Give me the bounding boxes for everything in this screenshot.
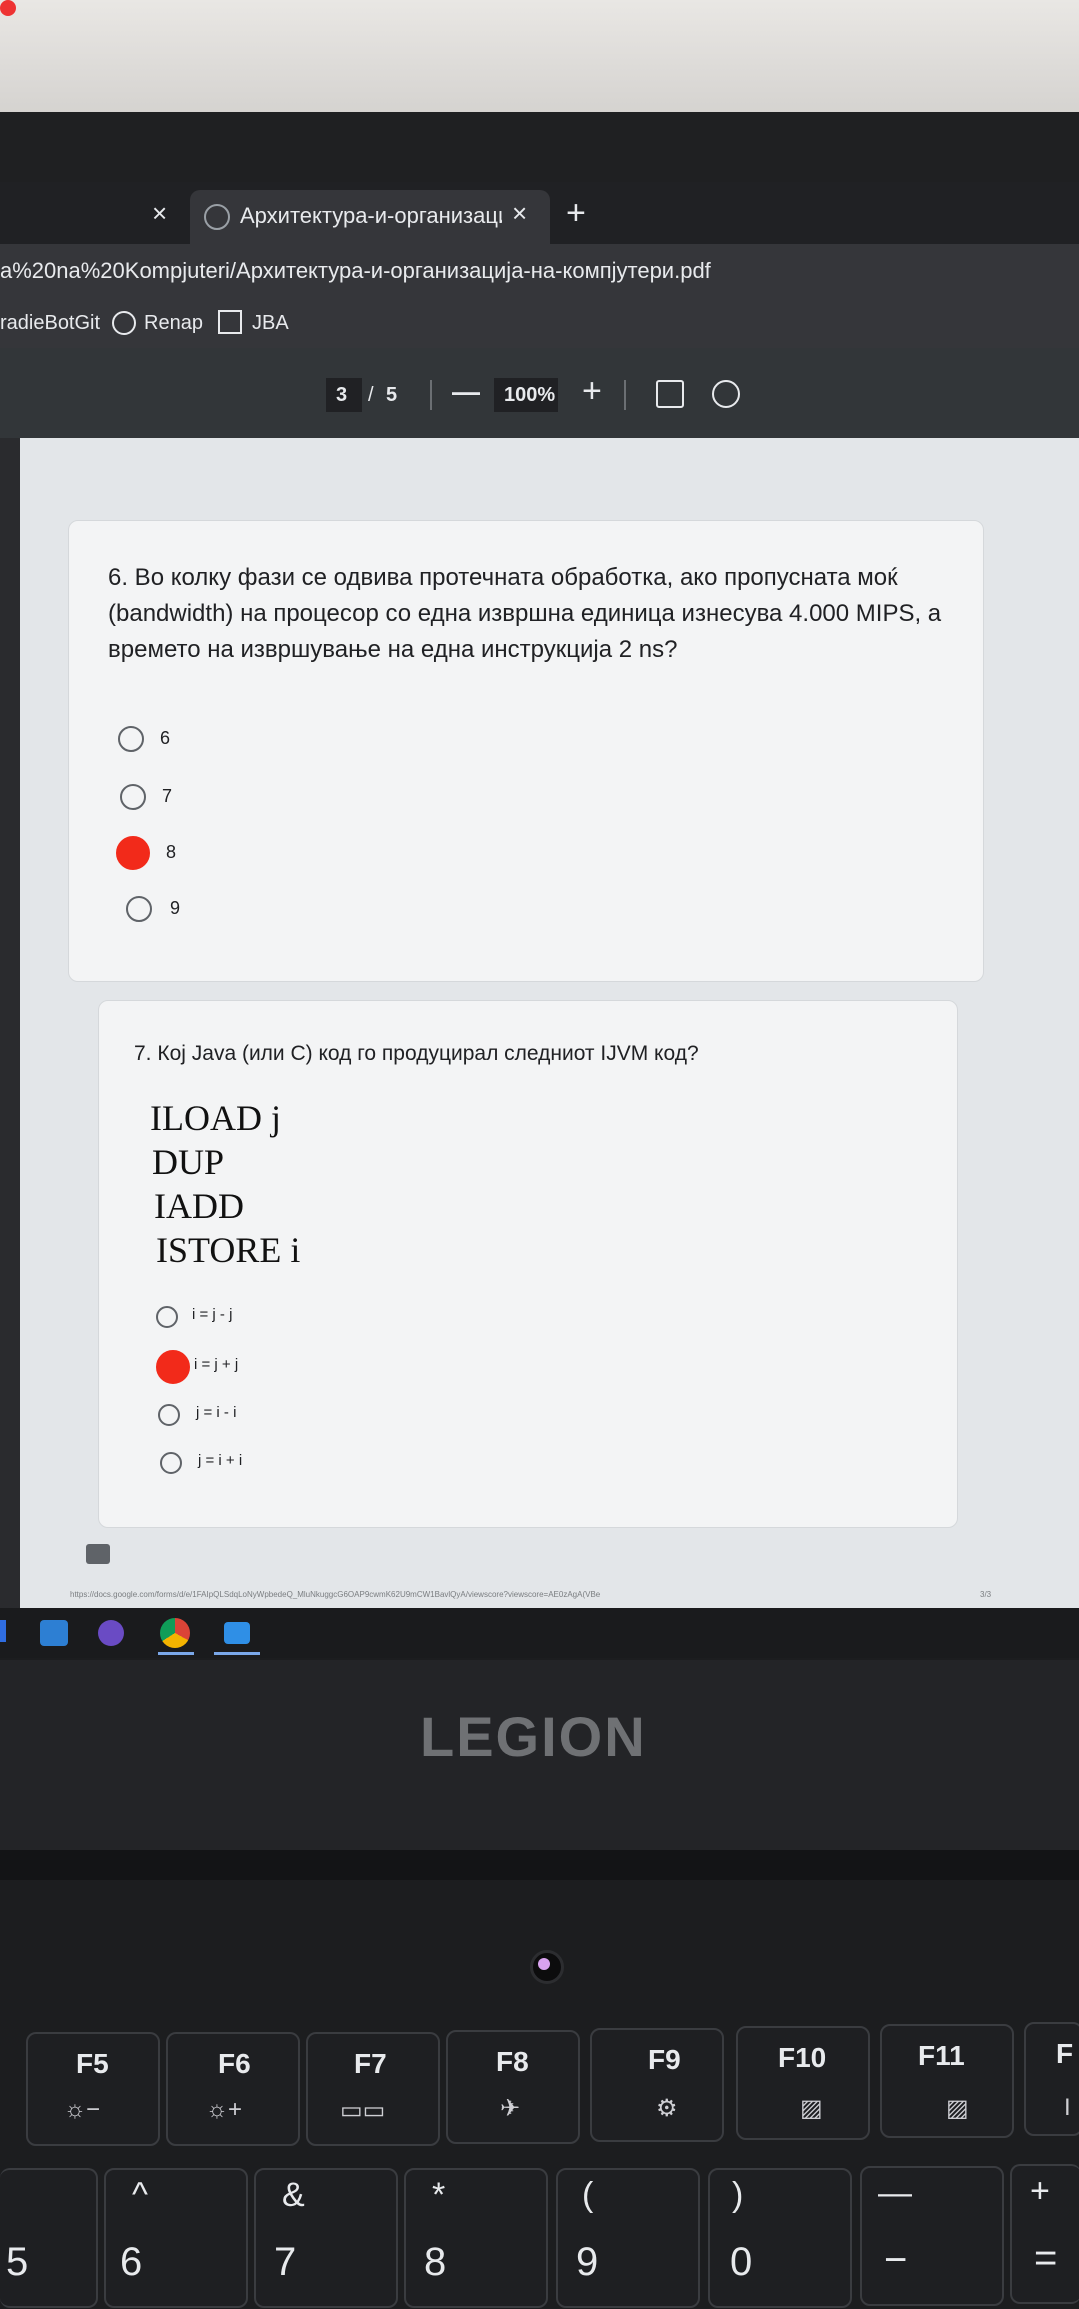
radio-option-selected[interactable] (116, 836, 150, 870)
key-label: F9 (648, 2044, 681, 2075)
option-label: 7 (162, 786, 173, 806)
chrome-icon[interactable] (160, 1618, 190, 1648)
key-5[interactable] (0, 2168, 98, 2308)
settings-icon: ⚙ (656, 2095, 678, 2122)
fit-page-icon[interactable] (656, 380, 684, 408)
footer-url: https://docs.google.com/forms/d/e/1FAIpQ… (70, 1590, 601, 1599)
radio-option[interactable] (126, 896, 152, 922)
key-label: F (1056, 2038, 1074, 2069)
tab-close-icon[interactable]: × (152, 198, 167, 229)
key-label: 9 (576, 2240, 599, 2284)
key-label: = (1034, 2236, 1058, 2280)
key-label: — (878, 2174, 912, 2212)
page-separator: / (368, 384, 374, 406)
key-label: 8 (424, 2240, 447, 2284)
zoom-in-button[interactable]: + (582, 372, 602, 411)
key-label: 7 (274, 2240, 297, 2284)
key-label: 6 (120, 2240, 143, 2284)
vscode-icon[interactable] (40, 1620, 68, 1646)
question-text-line: (bandwidth) на процесор со една извршна … (108, 600, 942, 627)
radio-option[interactable] (118, 726, 144, 752)
key-label: F7 (354, 2048, 387, 2079)
option-label: i = j + j (194, 1356, 239, 1373)
question-text-line: 6. Во колку фази се одвива протечната об… (108, 564, 898, 591)
key-9[interactable] (556, 2168, 700, 2308)
globe-icon (112, 311, 136, 335)
zoom-out-button[interactable]: — (452, 376, 480, 408)
code-line: ISTORE i (156, 1230, 301, 1270)
code-line: IADD (154, 1186, 244, 1226)
tab-close-icon[interactable]: × (512, 198, 527, 229)
key-7[interactable] (254, 2168, 398, 2308)
rotate-icon[interactable] (712, 380, 740, 408)
question-text: 7. Кој Java (или C) код го продуцирал сл… (134, 1042, 699, 1065)
camera-off-icon: ▨ (800, 2095, 823, 2122)
option-label: i = j - j (192, 1306, 233, 1323)
airplane-icon: ✈ (500, 2095, 521, 2122)
hinge (0, 1850, 1079, 1880)
key-label: + (1030, 2172, 1050, 2210)
page-current[interactable]: 3 (336, 384, 347, 407)
key-label: − (884, 2238, 908, 2282)
screen-icon: ▨ (946, 2095, 969, 2122)
new-tab-button[interactable]: + (566, 194, 586, 233)
key-label: ^ (132, 2176, 148, 2214)
display-switch-icon: ▭▭ (340, 2097, 386, 2124)
key-label: F11 (918, 2040, 965, 2071)
brightness-up-icon: ☼+ (206, 2096, 243, 2123)
option-label: 8 (166, 842, 177, 862)
key-label: F6 (218, 2048, 251, 2079)
left-shadow (0, 438, 20, 1608)
active-indicator (158, 1652, 194, 1655)
key-label: 0 (730, 2240, 753, 2284)
divider (430, 380, 432, 410)
power-light (538, 1958, 550, 1970)
bookmark-item[interactable]: radieBotGit (0, 312, 100, 335)
key-label: & (282, 2176, 305, 2214)
footer-page: 3/3 (980, 1590, 992, 1599)
active-indicator (214, 1652, 260, 1655)
taskbar-edge-icon[interactable] (0, 1620, 6, 1642)
key-8[interactable] (404, 2168, 548, 2308)
laptop-bezel-top (0, 112, 1079, 182)
key-0[interactable] (708, 2168, 852, 2308)
globe-icon (204, 204, 230, 230)
key-6[interactable] (104, 2168, 248, 2308)
option-label: j = i + i (198, 1452, 243, 1469)
option-label: 6 (160, 728, 171, 748)
key-icon: I (1064, 2094, 1071, 2121)
tab-title: Архитектура-и-организација-н (240, 203, 502, 228)
radio-option[interactable] (160, 1452, 182, 1474)
bookmark-item[interactable]: JBA (252, 312, 289, 335)
key-label: * (432, 2176, 446, 2214)
app-icon[interactable] (224, 1622, 250, 1644)
feedback-icon[interactable] (86, 1544, 110, 1564)
radio-option[interactable] (156, 1306, 178, 1328)
key-label: F8 (496, 2046, 529, 2077)
key-label: ) (732, 2176, 744, 2214)
radio-option[interactable] (158, 1404, 180, 1426)
option-label: 9 (170, 898, 181, 918)
brand-logo: LEGION (420, 1705, 647, 1768)
bookmark-pen-icon (218, 310, 242, 334)
option-label: j = i - i (196, 1404, 237, 1421)
bookmark-item[interactable]: Renap (144, 312, 203, 335)
divider (624, 380, 626, 410)
key-label: 5 (6, 2240, 29, 2284)
code-line: DUP (152, 1142, 225, 1182)
question-text-line: времето на извршување на една инструкциј… (108, 636, 678, 663)
code-line: ILOAD j (150, 1098, 281, 1138)
brightness-down-icon: ☼− (64, 2096, 101, 2123)
radio-option-selected[interactable] (156, 1350, 190, 1384)
red-dot (0, 0, 16, 16)
key-label: F5 (76, 2048, 109, 2079)
url-text[interactable]: a%20na%20Kompjuteri/Архитектура-и-органи… (0, 258, 711, 284)
zoom-level[interactable]: 100% (504, 384, 555, 407)
github-icon[interactable] (98, 1620, 124, 1646)
key-label: F10 (778, 2042, 827, 2073)
background-wall (0, 0, 1079, 118)
key-label: ( (582, 2176, 594, 2214)
radio-option[interactable] (120, 784, 146, 810)
page-total: 5 (386, 384, 398, 406)
